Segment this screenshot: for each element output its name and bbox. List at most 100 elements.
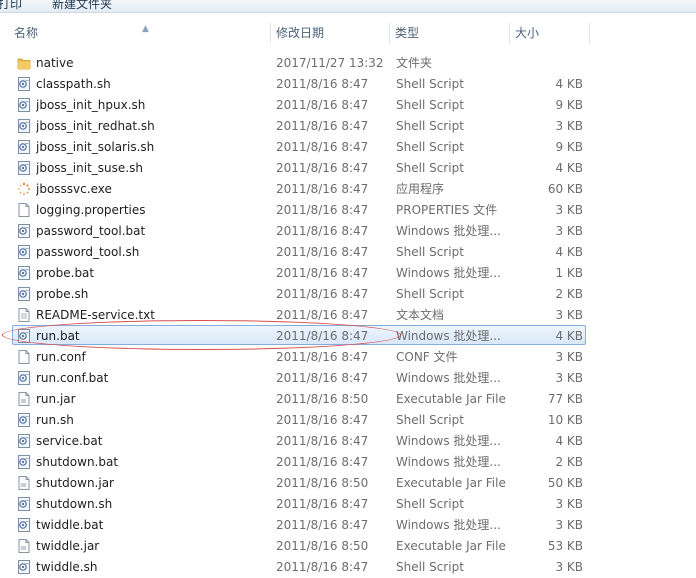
file-row[interactable]: password_tool.bat 2011/8/16 8:47 Windows 批… [12,220,586,240]
file-row[interactable]: jboss_init_redhat.sh 2011/8/16 8:47 Shell … [12,115,586,135]
file-name: jboss_init_suse.sh [36,161,143,175]
file-name: logging.properties [36,203,146,217]
folder-icon [17,55,31,71]
file-name: run.sh [36,413,74,427]
file-row[interactable]: README-service.txt 2011/8/16 8:47 文本文档 3 KB [12,304,586,324]
script-file-icon [17,265,31,281]
script-file-icon [17,160,31,176]
file-name: shutdown.jar [36,476,114,490]
file-name: password_tool.sh [36,245,140,259]
file-date: 2011/8/16 8:47 [276,266,369,280]
file-size: 3 KB [555,308,583,322]
jar-file-icon [17,391,31,407]
file-row[interactable]: twiddle.jar 2011/8/16 8:50 Executable Jar … [12,535,586,555]
file-row[interactable]: jboss_init_suse.sh 2011/8/16 8:47 Shell Sc… [12,157,586,177]
column-header-size[interactable]: 大小 [509,21,589,45]
file-name: service.bat [36,434,103,448]
file-type: Shell Script [396,161,464,175]
file-row[interactable]: twiddle.sh 2011/8/16 8:47 Shell Script 3 KB [12,556,586,576]
file-row[interactable]: run.jar 2011/8/16 8:50 Executable Jar File… [12,388,586,408]
file-size: 3 KB [555,224,583,238]
file-row[interactable]: password_tool.sh 2011/8/16 8:47 Shell Scri… [12,241,586,261]
file-date: 2011/8/16 8:47 [276,203,369,217]
file-row[interactable]: jboss_init_solaris.sh 2011/8/16 8:47 Shell… [12,136,586,156]
file-size: 2 KB [555,287,583,301]
file-type: Shell Script [396,245,464,259]
file-date: 2011/8/16 8:47 [276,98,369,112]
file-size: 53 KB [547,539,583,553]
script-file-icon [17,433,31,449]
file-size: 77 KB [547,392,583,406]
file-name: twiddle.sh [36,560,98,574]
file-size: 4 KB [555,434,583,448]
column-header-size-label: 大小 [515,26,540,40]
file-name: probe.sh [36,287,89,301]
file-row[interactable]: run.bat 2011/8/16 8:47 Windows 批处理... 4 KB [12,325,586,345]
file-date: 2011/8/16 8:50 [276,476,369,490]
file-row[interactable]: jboss_init_hpux.sh 2011/8/16 8:47 Shell Sc… [12,94,586,114]
file-size: 3 KB [555,119,583,133]
file-date: 2011/8/16 8:47 [276,560,369,574]
print-button[interactable]: 打印 [0,0,22,12]
file-type: PROPERTIES 文件 [396,203,498,217]
file-size: 50 KB [547,476,583,490]
file-name: shutdown.bat [36,455,119,469]
file-date: 2011/8/16 8:47 [276,140,369,154]
file-row[interactable]: jbosssvc.exe 2011/8/16 8:47 应用程序 60 KB [12,178,586,198]
file-row[interactable]: probe.sh 2011/8/16 8:47 Shell Script 2 KB [12,283,586,303]
text-file-icon [17,307,31,323]
file-type: Windows 批处理... [396,266,501,280]
file-type: Shell Script [396,98,464,112]
file-row[interactable]: run.conf 2011/8/16 8:47 CONF 文件 3 KB [12,346,586,366]
file-date: 2011/8/16 8:47 [276,308,369,322]
file-size: 4 KB [555,161,583,175]
file-row[interactable]: classpath.sh 2011/8/16 8:47 Shell Script 4 … [12,73,586,93]
file-date: 2011/8/16 8:50 [276,539,369,553]
file-size: 1 KB [555,266,583,280]
file-name: run.conf.bat [36,371,109,385]
file-name: jbosssvc.exe [36,182,112,196]
file-type: Executable Jar File [396,539,506,553]
file-size: 9 KB [555,98,583,112]
file-row[interactable]: run.sh 2011/8/16 8:47 Shell Script 10 KB [12,409,586,429]
file-row[interactable]: probe.bat 2011/8/16 8:47 Windows 批处理... 1 K… [12,262,586,282]
file-row[interactable]: service.bat 2011/8/16 8:47 Windows 批处理... 4… [12,430,586,450]
file-size: 4 KB [555,245,583,259]
file-date: 2011/8/16 8:47 [276,245,369,259]
file-row[interactable]: logging.properties 2011/8/16 8:47 PROPERTI… [12,199,586,219]
script-file-icon [17,244,31,260]
file-size: 10 KB [547,413,583,427]
file-row[interactable]: native 2017/11/27 13:32 文件夹 [12,52,586,72]
script-file-icon [17,223,31,239]
file-date: 2011/8/16 8:47 [276,119,369,133]
new-folder-button[interactable]: 新建文件夹 [52,0,112,12]
file-row[interactable]: shutdown.bat 2011/8/16 8:47 Windows 批处理...… [12,451,586,471]
file-type: Windows 批处理... [396,371,501,385]
file-row[interactable]: twiddle.bat 2011/8/16 8:47 Windows 批处理... 3… [12,514,586,534]
file-size: 60 KB [547,182,583,196]
file-name: twiddle.jar [36,539,100,553]
file-type: Windows 批处理... [396,434,501,448]
file-row[interactable]: shutdown.sh 2011/8/16 8:47 Shell Script 3 K… [12,493,586,513]
script-file-icon [17,559,31,575]
file-type: Executable Jar File [396,476,506,490]
file-type: Shell Script [396,77,464,91]
column-header-name[interactable]: 名称 ▲ [8,21,270,45]
file-size: 4 KB [555,329,583,343]
file-date: 2017/11/27 13:32 [276,56,384,70]
file-type: 文件夹 [396,56,433,70]
script-file-icon [17,118,31,134]
file-type: Shell Script [396,560,464,574]
column-header-type[interactable]: 类型 [389,21,509,45]
file-name: README-service.txt [36,308,155,322]
column-header-date[interactable]: 修改日期 [270,21,389,45]
file-name: run.conf [36,350,86,364]
file-type: Shell Script [396,497,464,511]
column-divider[interactable] [589,23,590,43]
file-type: Windows 批处理... [396,329,501,343]
file-row[interactable]: shutdown.jar 2011/8/16 8:50 Executable Jar… [12,472,586,492]
file-name: password_tool.bat [36,224,146,238]
file-size: 3 KB [555,371,583,385]
file-row[interactable]: run.conf.bat 2011/8/16 8:47 Windows 批处理...… [12,367,586,387]
exe-icon [17,181,31,197]
